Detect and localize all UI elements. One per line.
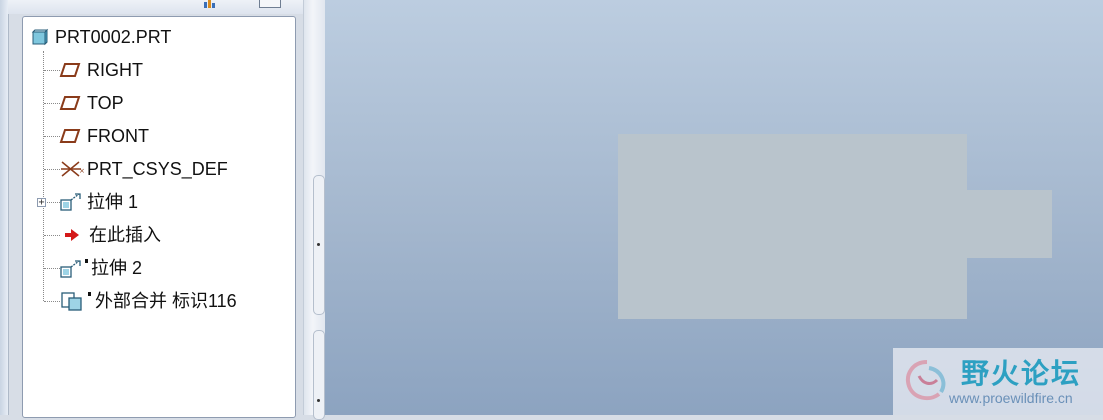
watermark-url: www.proewildfire.cn bbox=[949, 390, 1073, 406]
tree-item-extrude-2[interactable]: 拉伸 2 bbox=[59, 255, 142, 281]
grip-dot bbox=[317, 243, 320, 246]
model-tree-toolbar bbox=[8, 0, 310, 14]
tree-item-external-merge[interactable]: 外部合并 标识116 bbox=[59, 288, 237, 314]
svg-text:×: × bbox=[79, 167, 85, 175]
model-tree: PRT0002.PRT RIGHT TOP FRONT × PRT_CSYS_D… bbox=[23, 17, 295, 417]
grip-dot bbox=[317, 399, 320, 402]
tree-item-csys[interactable]: × PRT_CSYS_DEF bbox=[59, 156, 228, 182]
insert-here-arrow-icon bbox=[65, 229, 79, 241]
tree-branch bbox=[44, 301, 60, 302]
tree-connector-line bbox=[43, 51, 44, 301]
model-tree-panel: PRT0002.PRT RIGHT TOP FRONT × PRT_CSYS_D… bbox=[22, 16, 296, 418]
tree-item-label: RIGHT bbox=[87, 60, 143, 80]
tree-root-label: PRT0002.PRT bbox=[55, 27, 172, 47]
tree-root-node[interactable]: PRT0002.PRT bbox=[31, 24, 171, 50]
watermark-title: 野火论坛 bbox=[961, 357, 1082, 390]
extrude-icon bbox=[60, 193, 81, 211]
show-icon[interactable] bbox=[259, 0, 281, 8]
left-window-edge bbox=[0, 0, 9, 415]
coordinate-system-icon: × bbox=[61, 161, 85, 177]
tree-item-label: TOP bbox=[87, 93, 124, 113]
tree-item-label: 外部合并 标识116 bbox=[95, 291, 237, 311]
splitter-grip[interactable] bbox=[313, 175, 325, 315]
part-icon bbox=[31, 28, 49, 46]
tree-branch bbox=[44, 103, 60, 104]
forum-logo-icon bbox=[906, 360, 946, 401]
panel-splitter[interactable] bbox=[303, 0, 327, 420]
datum-plane-icon bbox=[59, 63, 81, 77]
datum-plane-icon bbox=[59, 96, 81, 110]
tree-branch bbox=[44, 169, 60, 170]
forum-watermark: 野火论坛 www.proewildfire.cn bbox=[893, 348, 1103, 415]
tree-item-top[interactable]: TOP bbox=[59, 90, 124, 116]
tree-item-label: 拉伸 2 bbox=[91, 258, 143, 278]
part-model-shape[interactable] bbox=[618, 134, 1053, 320]
tree-branch bbox=[44, 268, 60, 269]
tree-branch bbox=[44, 235, 60, 236]
extrude-icon bbox=[60, 259, 88, 278]
tree-item-label: 在此插入 bbox=[89, 225, 161, 245]
tree-item-label: 拉伸 1 bbox=[87, 192, 139, 212]
tree-item-insert-here[interactable]: 在此插入 bbox=[59, 222, 161, 248]
tree-item-front[interactable]: FRONT bbox=[59, 123, 149, 149]
tree-branch bbox=[44, 70, 60, 71]
tree-item-label: FRONT bbox=[87, 126, 149, 146]
splitter-grip[interactable] bbox=[313, 330, 325, 420]
expand-toggle[interactable]: + bbox=[37, 198, 46, 208]
tree-branch bbox=[44, 136, 60, 137]
tree-item-right[interactable]: RIGHT bbox=[59, 57, 143, 83]
tree-item-extrude-1[interactable]: 拉伸 1 bbox=[59, 189, 138, 215]
tree-item-label: PRT_CSYS_DEF bbox=[87, 159, 228, 179]
datum-plane-icon bbox=[59, 129, 81, 143]
external-merge-icon bbox=[61, 292, 91, 311]
settings-icon[interactable] bbox=[204, 0, 218, 8]
